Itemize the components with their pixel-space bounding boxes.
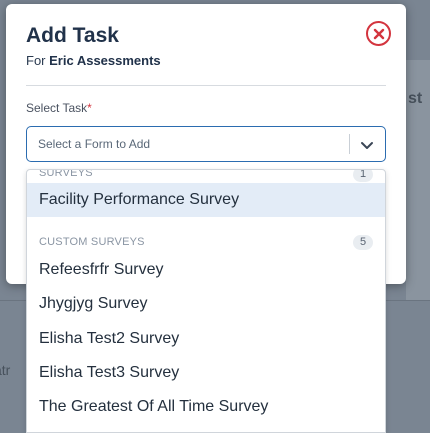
subtitle-prefix: For <box>26 53 46 68</box>
option-refeesfrfr-survey[interactable]: Refeesfrfr Survey <box>27 253 385 287</box>
option-elisha-test3-survey[interactable]: Elisha Test3 Survey <box>27 356 385 390</box>
chevron-down-icon[interactable] <box>359 137 375 153</box>
option-jhygjyg-survey[interactable]: Jhygjyg Survey <box>27 287 385 321</box>
task-select[interactable]: Select a Form to Add <box>26 126 386 162</box>
select-task-label: Select Task* <box>26 101 92 115</box>
task-dropdown-menu[interactable]: SURVEYS 1 Facility Performance Survey CU… <box>26 169 386 433</box>
select-separator <box>349 134 350 154</box>
group-count-surveys: 1 <box>353 170 373 182</box>
modal-title: Add Task <box>26 24 119 47</box>
background-text-right: st <box>408 90 423 107</box>
select-placeholder: Select a Form to Add <box>38 137 151 151</box>
select-task-label-text: Select Task <box>26 101 88 115</box>
close-button[interactable] <box>366 21 391 46</box>
group-count-custom-surveys: 5 <box>353 235 373 250</box>
option-the-greatest-of-all-time-survey[interactable]: The Greatest Of All Time Survey <box>27 390 385 424</box>
modal-divider <box>26 85 386 86</box>
option-elisha-test2-survey[interactable]: Elisha Test2 Survey <box>27 322 385 356</box>
subtitle-name: Eric Assessments <box>49 53 161 68</box>
group-header-custom-surveys: CUSTOM SURVEYS <box>39 236 145 248</box>
modal-subtitle: For Eric Assessments <box>26 53 161 68</box>
group-header-surveys: SURVEYS <box>39 169 93 179</box>
close-icon <box>373 28 384 39</box>
background-text-left: atr <box>0 362 11 378</box>
option-facility-performance-survey[interactable]: Facility Performance Survey <box>27 183 385 217</box>
required-mark: * <box>87 101 92 115</box>
